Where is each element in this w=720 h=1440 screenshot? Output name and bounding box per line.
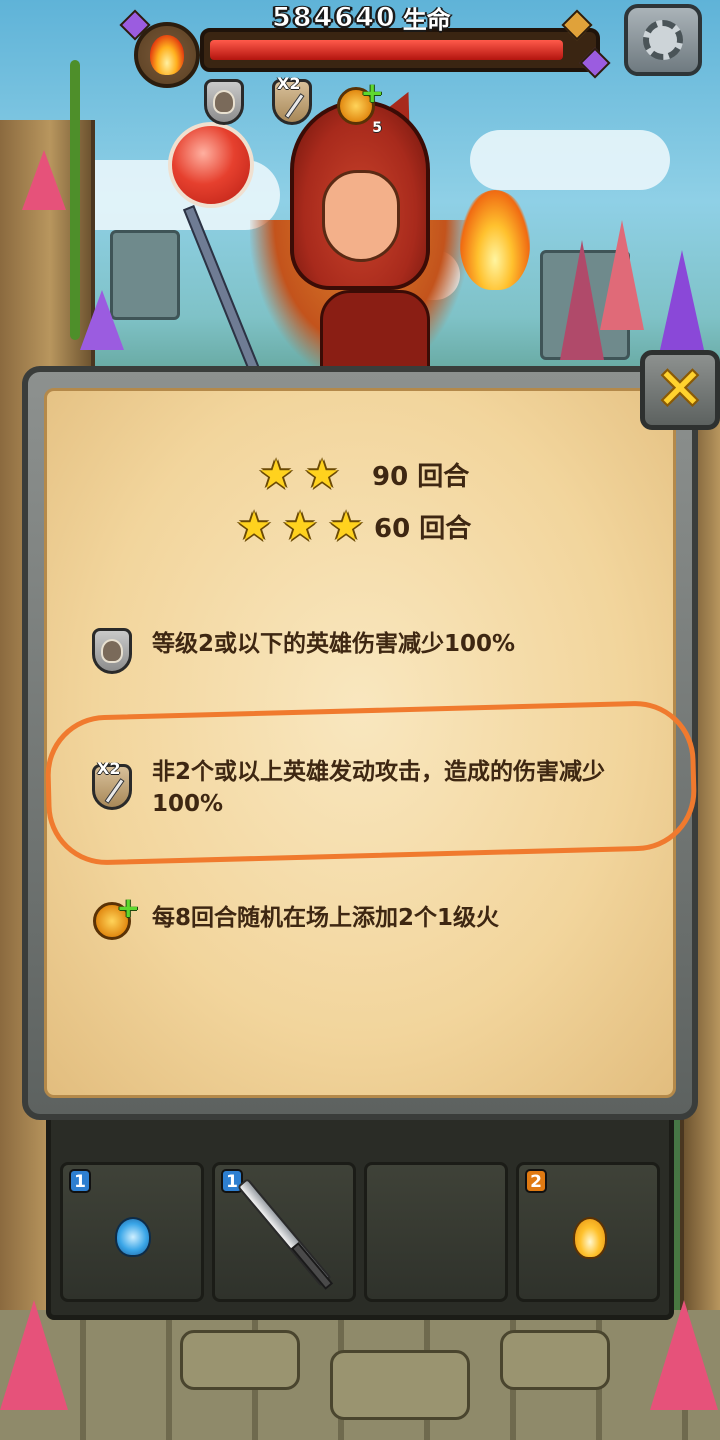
rule-icon: + bbox=[86, 891, 140, 940]
board-tile[interactable] bbox=[364, 1162, 508, 1302]
floor-stone bbox=[180, 1330, 300, 1390]
boss-hp-label: 生命 bbox=[402, 5, 451, 34]
hero-portrait bbox=[101, 639, 123, 663]
settings-button[interactable] bbox=[624, 4, 702, 76]
modifier-x2-attack[interactable]: X2 bbox=[268, 74, 316, 126]
crystal-pink bbox=[22, 150, 66, 210]
crystal-pink bbox=[600, 220, 644, 330]
star-goal-text: 90 回合 bbox=[372, 462, 470, 492]
fire-coin-plus-icon: + bbox=[93, 891, 140, 940]
floor-stone bbox=[500, 1330, 610, 1390]
rule-icon bbox=[86, 628, 138, 674]
crystal-purple bbox=[80, 290, 124, 350]
rule-low-level-damage: 等级2或以下的英雄伤害减少100% bbox=[86, 628, 646, 674]
star-icon: ★ bbox=[258, 451, 294, 498]
star-icon: ★ bbox=[328, 503, 364, 550]
rule-icon: X2 bbox=[86, 756, 138, 810]
crystal-purple bbox=[660, 250, 704, 350]
fire-orb-icon bbox=[573, 1217, 607, 1259]
rule-text: 等级2或以下的英雄伤害减少100% bbox=[152, 631, 516, 657]
shield-sword-x2-icon: X2 bbox=[92, 759, 132, 810]
boss-hp-fill bbox=[210, 40, 564, 60]
staff-orb bbox=[168, 122, 254, 208]
star-icon: ★ bbox=[304, 451, 340, 498]
shield-hero-icon bbox=[92, 628, 132, 674]
tile-level-badge: 2 bbox=[525, 1169, 547, 1193]
fire-icon bbox=[150, 35, 184, 75]
rule-fire-spawn: + 每8回合随机在场上添加2个1级火 bbox=[86, 891, 646, 940]
boss-hp-bar bbox=[200, 28, 600, 72]
fire-coin-plus-icon: + 5 bbox=[337, 76, 384, 136]
plus-icon: + bbox=[360, 76, 384, 109]
cloud bbox=[470, 130, 670, 190]
floor-stone bbox=[330, 1350, 470, 1420]
sword-blade bbox=[104, 778, 125, 804]
close-button[interactable]: ✕ bbox=[640, 350, 720, 430]
close-icon: ✕ bbox=[656, 357, 704, 422]
shield-hero-icon bbox=[204, 79, 244, 125]
boss-face bbox=[322, 170, 400, 262]
boss-hp-readout: 584640 生命 bbox=[272, 0, 451, 34]
star-goal-text: 60 回合 bbox=[374, 514, 472, 544]
hero-portrait bbox=[213, 90, 235, 114]
sword-hilt bbox=[290, 1242, 334, 1290]
star-icon: ★ bbox=[282, 503, 318, 550]
tile-level-badge: 1 bbox=[69, 1169, 91, 1193]
rule-multi-hero-attack: X2 非2个或以上英雄发动攻击，造成的伤害减少100% bbox=[86, 756, 646, 820]
shield-sword-x2-icon: X2 bbox=[272, 74, 312, 125]
star-goal-2: ★ ★ 90 回合 bbox=[258, 451, 470, 498]
board-tile[interactable]: 1 bbox=[60, 1162, 204, 1302]
boss-element-badge bbox=[134, 22, 200, 88]
boss-fire-mage bbox=[168, 83, 530, 395]
x2-badge: X2 bbox=[97, 759, 121, 778]
star-goal-3: ★ ★ ★ 60 回合 bbox=[236, 503, 472, 550]
board-tile[interactable]: 1 bbox=[212, 1162, 356, 1302]
boss-hp-value: 584640 bbox=[272, 1, 397, 33]
vine bbox=[70, 60, 80, 340]
plus-icon: + bbox=[116, 891, 140, 924]
sword-blade bbox=[284, 93, 305, 119]
fire-spawn-count: 5 bbox=[372, 120, 382, 136]
gear-icon bbox=[643, 20, 683, 60]
x2-badge: X2 bbox=[277, 74, 301, 93]
modifier-low-level-shield[interactable] bbox=[200, 78, 248, 126]
hand-flame-icon bbox=[460, 190, 530, 290]
crystal-red bbox=[560, 240, 604, 360]
modifier-fire-spawn[interactable]: + 5 bbox=[332, 76, 384, 136]
rule-text: 非2个或以上英雄发动攻击，造成的伤害减少100% bbox=[152, 759, 606, 817]
star-icon: ★ bbox=[236, 503, 272, 550]
board-tile[interactable]: 2 bbox=[516, 1162, 660, 1302]
ice-orb-icon bbox=[115, 1217, 151, 1257]
rule-text: 每8回合随机在场上添加2个1级火 bbox=[152, 905, 500, 931]
